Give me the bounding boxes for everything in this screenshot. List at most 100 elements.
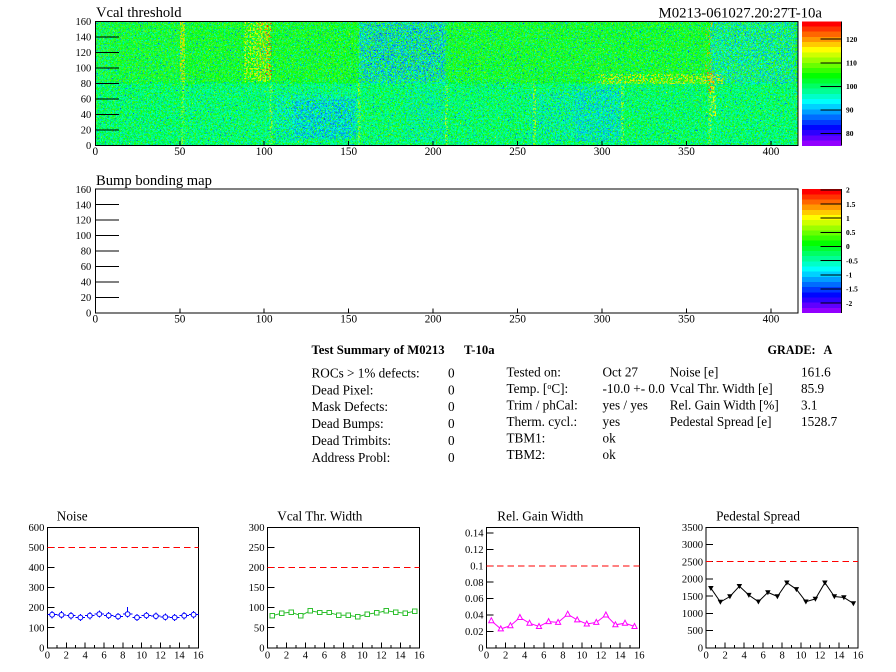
svg-text:40: 40: [81, 110, 92, 121]
svg-text:100: 100: [256, 314, 273, 326]
svg-text:120: 120: [846, 35, 858, 44]
svg-text:100: 100: [76, 231, 92, 242]
svg-text:TBM2:: TBM2:: [507, 447, 546, 462]
svg-text:2500: 2500: [682, 557, 703, 568]
svg-text:-1.5: -1.5: [846, 285, 858, 294]
svg-text:300: 300: [29, 583, 45, 594]
svg-text:M0213-061027.20:27T-10a: M0213-061027.20:27T-10a: [659, 6, 823, 22]
svg-text:2: 2: [64, 651, 69, 662]
svg-text:0: 0: [698, 643, 703, 654]
svg-text:161.6: 161.6: [801, 364, 831, 379]
svg-text:150: 150: [340, 146, 357, 158]
svg-text:160: 160: [76, 185, 92, 196]
svg-text:Dead Bumps:: Dead Bumps:: [312, 416, 384, 431]
svg-text:6: 6: [322, 651, 327, 662]
svg-text:ok: ok: [603, 430, 617, 445]
svg-text:Rel. Gain Width [%]: Rel. Gain Width [%]: [670, 397, 779, 412]
svg-text:20: 20: [81, 125, 92, 136]
svg-text:4: 4: [741, 651, 747, 662]
svg-text:50: 50: [254, 623, 265, 634]
svg-text:100: 100: [256, 146, 273, 158]
svg-text:600: 600: [29, 523, 45, 534]
svg-text:yes: yes: [603, 414, 621, 429]
svg-text:Oct 27: Oct 27: [603, 364, 639, 379]
svg-text:10: 10: [136, 651, 147, 662]
svg-text:Bump bonding map: Bump bonding map: [96, 173, 212, 189]
svg-text:Vcal threshold: Vcal threshold: [96, 5, 182, 21]
svg-text:140: 140: [76, 32, 92, 43]
svg-text:500: 500: [687, 626, 703, 637]
svg-text:0.12: 0.12: [465, 545, 484, 556]
svg-text:40: 40: [81, 278, 92, 289]
svg-text:3.1: 3.1: [801, 397, 817, 412]
svg-text:0: 0: [45, 651, 50, 662]
svg-text:8: 8: [779, 651, 784, 662]
svg-text:10: 10: [357, 651, 368, 662]
svg-text:ok: ok: [603, 447, 617, 462]
svg-text:Tested on:: Tested on:: [507, 364, 561, 379]
svg-text:80: 80: [81, 79, 92, 90]
svg-text:100: 100: [76, 63, 92, 74]
svg-text:0: 0: [259, 643, 264, 654]
svg-text:Vcal Thr. Width [e]: Vcal Thr. Width [e]: [670, 381, 773, 396]
svg-text:Rel. Gain Width: Rel. Gain Width: [497, 509, 583, 524]
svg-text:12: 12: [376, 651, 387, 662]
svg-text:-0.5: -0.5: [846, 256, 858, 265]
svg-text:8: 8: [341, 651, 346, 662]
svg-text:400: 400: [763, 146, 780, 158]
svg-text:Noise: Noise: [57, 509, 88, 524]
svg-text:4: 4: [303, 651, 309, 662]
svg-text:80: 80: [81, 247, 92, 258]
svg-text:0: 0: [448, 366, 455, 381]
svg-text:yes / yes: yes / yes: [603, 397, 648, 412]
svg-text:1: 1: [846, 214, 850, 223]
svg-text:400: 400: [763, 314, 780, 326]
svg-text:2: 2: [722, 651, 727, 662]
svg-text:500: 500: [29, 543, 45, 554]
svg-text:6: 6: [101, 651, 106, 662]
svg-text:250: 250: [509, 146, 526, 158]
svg-text:10: 10: [577, 651, 588, 662]
svg-text:0: 0: [448, 416, 455, 431]
svg-text:0: 0: [93, 314, 99, 326]
svg-text:-2: -2: [846, 299, 852, 308]
svg-text:Mask Defects:: Mask Defects:: [312, 399, 389, 414]
svg-text:0: 0: [846, 242, 850, 251]
svg-text:6: 6: [541, 651, 546, 662]
svg-text:120: 120: [76, 216, 92, 227]
svg-text:300: 300: [594, 146, 611, 158]
svg-text:4: 4: [82, 651, 88, 662]
svg-text:1528.7: 1528.7: [801, 414, 838, 429]
svg-text:Test Summary of M0213: Test Summary of M0213: [312, 343, 445, 357]
svg-text:0.02: 0.02: [465, 627, 484, 638]
svg-text:4: 4: [522, 651, 528, 662]
svg-text:0: 0: [448, 450, 455, 465]
svg-text:Pedestal Spread: Pedestal Spread: [716, 509, 800, 524]
svg-text:300: 300: [249, 523, 265, 534]
svg-text:200: 200: [425, 314, 442, 326]
svg-text:8: 8: [120, 651, 125, 662]
svg-text:Dead Trimbits:: Dead Trimbits:: [312, 433, 392, 448]
svg-text:100: 100: [249, 603, 265, 614]
svg-text:10: 10: [796, 651, 807, 662]
svg-text:Therm. cycl.:: Therm. cycl.:: [507, 414, 578, 429]
svg-text:3000: 3000: [682, 540, 703, 551]
svg-text:250: 250: [249, 543, 265, 554]
svg-text:14: 14: [615, 651, 626, 662]
svg-text:3500: 3500: [682, 523, 703, 534]
svg-text:Trim / phCal:: Trim / phCal:: [507, 397, 578, 412]
svg-text:20: 20: [81, 293, 92, 304]
svg-text:T-10a: T-10a: [464, 343, 495, 357]
svg-text:0: 0: [39, 643, 44, 654]
svg-text:16: 16: [414, 651, 425, 662]
svg-text:250: 250: [509, 314, 526, 326]
svg-text:12: 12: [596, 651, 607, 662]
svg-text:350: 350: [678, 146, 695, 158]
svg-text:14: 14: [834, 651, 845, 662]
svg-text:200: 200: [425, 146, 442, 158]
svg-text:0.5: 0.5: [846, 228, 856, 237]
svg-text:1000: 1000: [682, 609, 703, 620]
svg-text:0: 0: [86, 309, 91, 320]
svg-text:6: 6: [760, 651, 765, 662]
svg-text:8: 8: [560, 651, 565, 662]
